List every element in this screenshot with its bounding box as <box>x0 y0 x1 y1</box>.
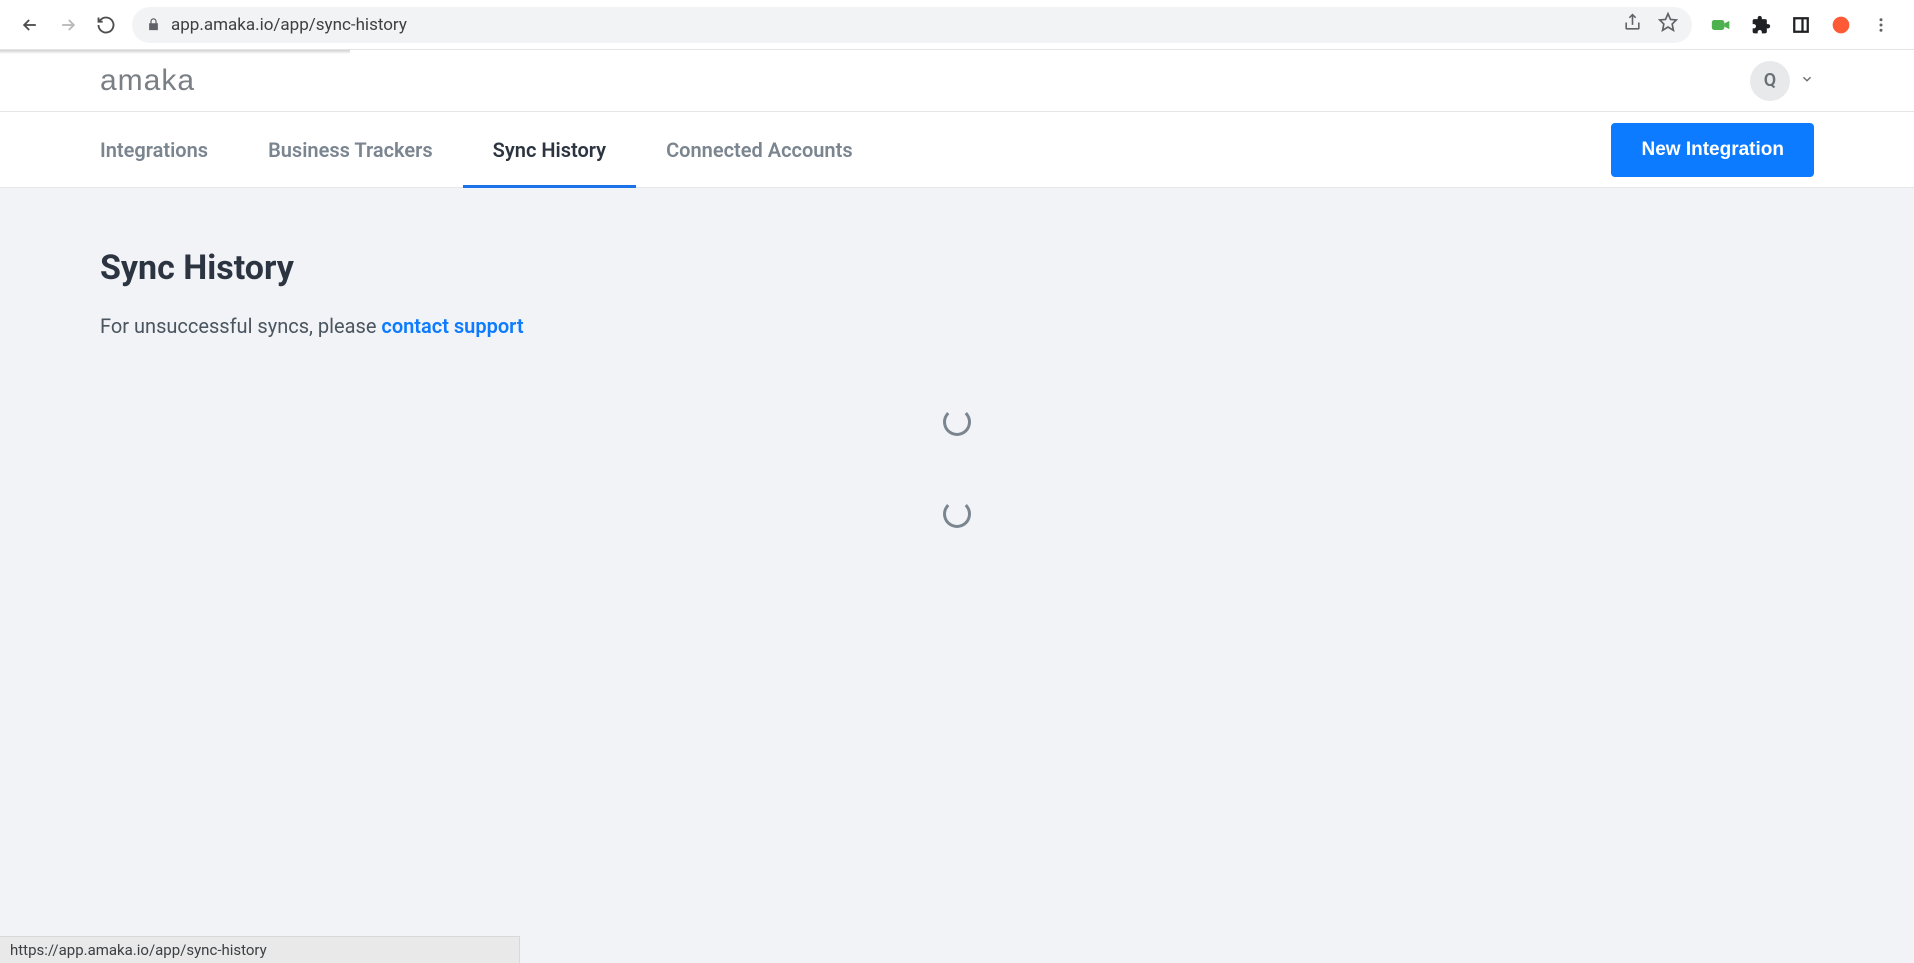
help-prefix: For unsuccessful syncs, please <box>100 314 381 338</box>
tab-label: Connected Accounts <box>666 138 853 162</box>
browser-menu-icon[interactable] <box>1870 14 1892 36</box>
chevron-down-icon <box>1800 71 1814 90</box>
contact-support-link[interactable]: contact support <box>381 314 523 338</box>
page-loading-indicator <box>0 50 350 54</box>
lock-icon <box>146 17 161 32</box>
tab-connected-accounts[interactable]: Connected Accounts <box>636 112 883 187</box>
tab-business-trackers[interactable]: Business Trackers <box>238 112 463 187</box>
spinner-icon <box>943 500 971 528</box>
browser-status-bar: https://app.amaka.io/app/sync-history <box>0 936 520 963</box>
browser-toolbar: app.amaka.io/app/sync-history <box>0 0 1914 50</box>
extension-orange-icon[interactable] <box>1830 14 1852 36</box>
extension-square-icon[interactable] <box>1790 14 1812 36</box>
browser-nav-buttons <box>12 13 124 37</box>
share-icon[interactable] <box>1623 13 1642 37</box>
extensions-puzzle-icon[interactable] <box>1750 14 1772 36</box>
address-bar[interactable]: app.amaka.io/app/sync-history <box>132 7 1692 43</box>
star-icon[interactable] <box>1658 12 1678 37</box>
url-text: app.amaka.io/app/sync-history <box>171 15 1613 35</box>
loading-spinners <box>943 408 971 528</box>
tab-label: Business Trackers <box>268 138 433 162</box>
user-menu[interactable]: Q <box>1750 61 1814 101</box>
forward-button[interactable] <box>56 13 80 37</box>
help-text: For unsuccessful syncs, please contact s… <box>100 314 1814 338</box>
tab-integrations[interactable]: Integrations <box>100 112 238 187</box>
app-logo[interactable]: amaka <box>100 64 195 98</box>
tab-label: Sync History <box>493 138 606 162</box>
extension-camera-icon[interactable] <box>1710 14 1732 36</box>
main-content: Sync History For unsuccessful syncs, ple… <box>0 188 1914 963</box>
app-header: amaka Q <box>0 50 1914 112</box>
url-actions <box>1623 12 1678 37</box>
reload-button[interactable] <box>94 13 118 37</box>
tab-sync-history[interactable]: Sync History <box>463 112 636 187</box>
back-button[interactable] <box>18 13 42 37</box>
nav-row: Integrations Business Trackers Sync Hist… <box>0 112 1914 188</box>
tab-label: Integrations <box>100 138 208 162</box>
new-integration-button[interactable]: New Integration <box>1611 123 1814 177</box>
spinner-icon <box>943 408 971 436</box>
page-title: Sync History <box>100 248 1814 288</box>
avatar: Q <box>1750 61 1790 101</box>
extension-icons <box>1700 14 1902 36</box>
nav-tabs: Integrations Business Trackers Sync Hist… <box>100 112 883 187</box>
